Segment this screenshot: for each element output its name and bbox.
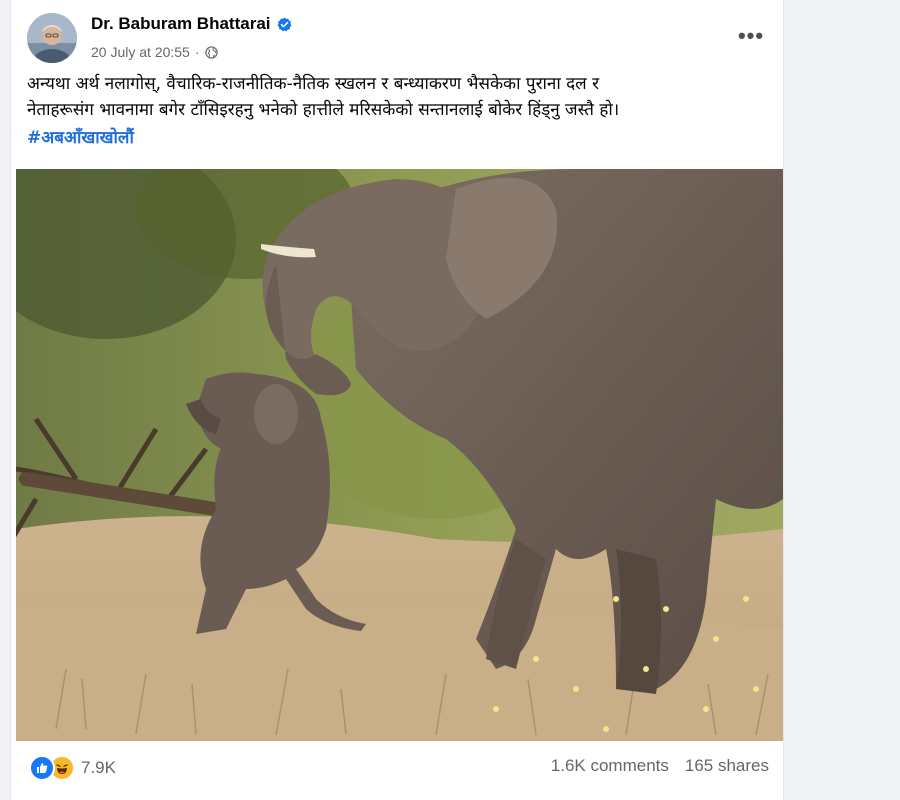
- page-background-gutter: [783, 0, 900, 800]
- comments-count-link[interactable]: 1.6K comments: [551, 756, 669, 776]
- elephant-photo-illustration: [16, 169, 783, 741]
- meta-separator: ·: [194, 44, 200, 60]
- more-options-button[interactable]: •••: [733, 20, 769, 52]
- globe-icon: [204, 45, 218, 59]
- post-card: Dr. Baburam Bhattarai 20 July at 20:55 ·…: [10, 0, 784, 800]
- post-text-line-2: नेताहरूसंग भावनामा बगेर टाँसिइरहनु भनेको…: [27, 100, 620, 120]
- reactions-summary[interactable]: 7.9K: [29, 755, 116, 781]
- engagement-bar: 7.9K 1.6K comments 165 shares: [11, 741, 783, 800]
- avatar[interactable]: [27, 13, 77, 63]
- like-icon: [29, 755, 55, 781]
- hashtag-link[interactable]: #अबआँखाखोलौं: [27, 125, 134, 151]
- author-row: Dr. Baburam Bhattarai: [91, 14, 292, 34]
- more-icon: •••: [737, 23, 765, 48]
- post-text: अन्यथा अर्थ नलागोस्, वैचारिक-राजनीतिक-नै…: [27, 71, 767, 151]
- post-photo[interactable]: [16, 169, 783, 741]
- author-name[interactable]: Dr. Baburam Bhattarai: [91, 14, 271, 34]
- verified-badge-icon: [276, 16, 292, 32]
- shares-count-link[interactable]: 165 shares: [685, 756, 769, 776]
- engagement-counts: 1.6K comments 165 shares: [551, 756, 769, 776]
- post-text-line-1: अन्यथा अर्थ नलागोस्, वैचारिक-राजनीतिक-नै…: [27, 74, 600, 94]
- post-timestamp[interactable]: 20 July at 20:55: [91, 44, 190, 60]
- post-meta: 20 July at 20:55 ·: [91, 44, 218, 60]
- reaction-count: 7.9K: [81, 758, 116, 777]
